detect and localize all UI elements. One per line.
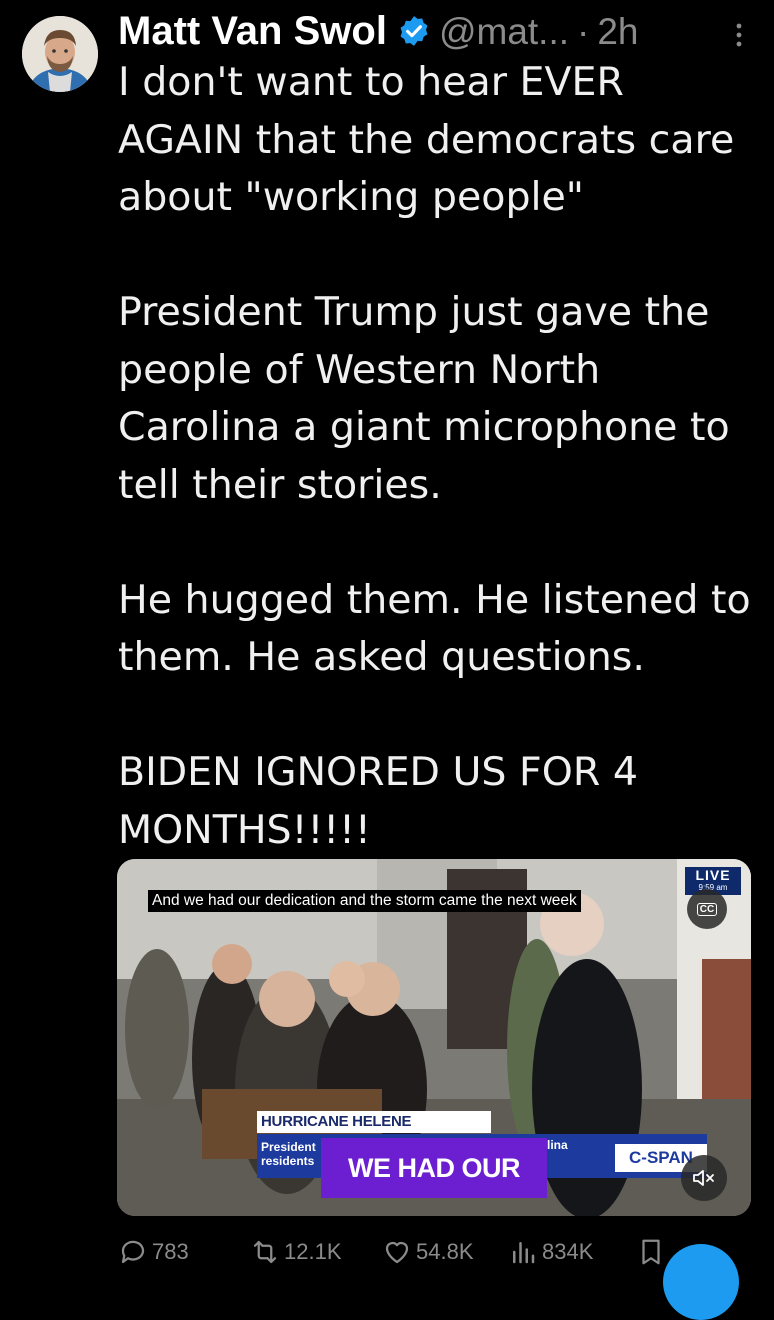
video-banner: HURRICANE HELENE RECOVERY [257,1111,491,1152]
closed-captions-button[interactable]: CC [687,889,727,929]
lower-third-line: residents [261,1154,315,1168]
repost-count: 12.1K [284,1239,342,1264]
tweet-paragraph: BIDEN IGNORED US FOR 4 MONTHS!!!!! [118,749,651,853]
bookmark-button[interactable] [636,1237,666,1267]
tweet-header: Matt Van Swol @mat... · 2h [118,2,744,60]
lower-third-line: President [261,1140,316,1154]
cc-icon: CC [696,902,718,916]
reply-icon [121,1240,145,1264]
muted-speaker-icon [693,1170,714,1186]
tweet-actions: 783 12.1K 54.8K 834K [118,1233,758,1273]
separator-dot: · [577,10,590,52]
bookmark-icon [642,1239,660,1265]
tweet-text: I don't want to hear EVER AGAIN that the… [118,54,758,859]
avatar[interactable] [22,16,98,92]
views-count: 834K [542,1239,594,1264]
repost-button[interactable]: 12.1K [250,1237,342,1267]
video-caption: And we had our dedication and the storm … [148,890,581,912]
more-options-icon[interactable] [734,20,744,50]
compose-button[interactable] [663,1244,739,1320]
tweet-paragraph: I don't want to hear EVER AGAIN that the… [118,59,747,220]
lower-third-right: lina [547,1138,568,1152]
reply-count: 783 [152,1239,189,1264]
heart-icon [385,1241,409,1264]
verified-badge-icon [400,16,428,46]
overlay-caption: WE HAD OUR [321,1138,547,1198]
reply-button[interactable]: 783 [118,1237,189,1267]
author-name[interactable]: Matt Van Swol [118,11,387,51]
live-label: LIVE [695,867,731,883]
user-avatar-icon [22,16,98,92]
views-chart-icon [513,1242,535,1264]
views-button[interactable]: 834K [508,1237,593,1267]
repost-icon [253,1240,277,1264]
video-player[interactable]: And we had our dedication and the storm … [117,859,751,1216]
tweet-paragraph: He hugged them. He listened to them. He … [118,576,764,681]
like-count: 54.8K [416,1239,474,1264]
author-handle[interactable]: @mat... [439,13,569,50]
lower-third-text: President residents [261,1140,316,1168]
mute-button[interactable] [681,1155,727,1201]
tweet-time[interactable]: 2h [597,13,638,50]
like-button[interactable]: 54.8K [382,1237,474,1267]
tweet-paragraph: President Trump just gave the people of … [118,289,743,508]
